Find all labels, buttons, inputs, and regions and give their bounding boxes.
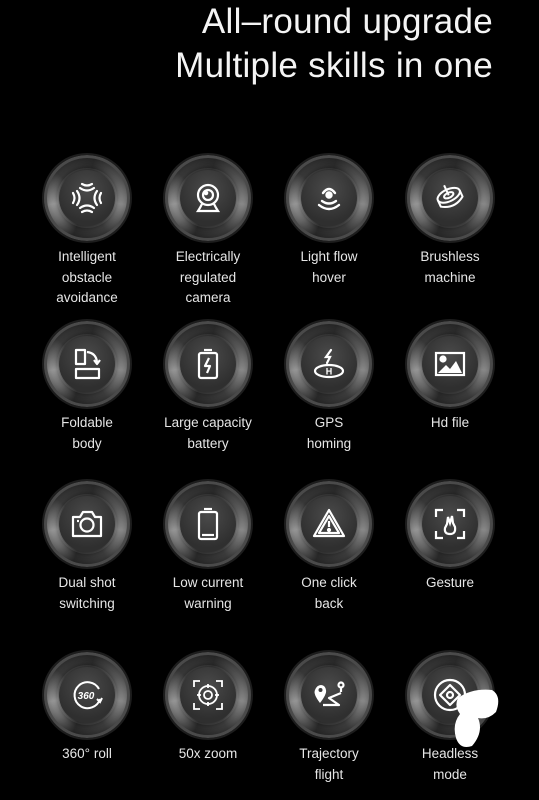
feature-label: Large capacity battery — [164, 415, 252, 451]
feature-label: Gesture — [425, 575, 475, 590]
feature-label: Low current warning — [172, 575, 244, 611]
feature-label: Hd file — [430, 415, 470, 430]
feature-button[interactable] — [165, 321, 251, 407]
feature-button[interactable] — [286, 155, 372, 241]
zoom-target-icon — [193, 680, 223, 710]
gesture-hand-icon — [434, 508, 466, 540]
feature-button[interactable]: 360 — [44, 652, 130, 738]
feature-button[interactable] — [165, 155, 251, 241]
feature-label: One click back — [301, 575, 357, 611]
feature-label: 360° roll — [62, 746, 112, 761]
image-icon — [434, 351, 466, 377]
feature-button[interactable] — [165, 481, 251, 567]
optical-flow-icon — [317, 187, 341, 211]
feature-button[interactable] — [407, 481, 493, 567]
brushless-motor-icon — [436, 184, 464, 209]
feature-button[interactable] — [165, 652, 251, 738]
camera-icon — [71, 510, 103, 538]
feature-button[interactable] — [407, 155, 493, 241]
feature-button[interactable] — [407, 321, 493, 407]
fold-icon — [74, 348, 101, 380]
feature-button[interactable] — [44, 155, 130, 241]
feature-label: Intelligent obstacle avoidance — [56, 249, 118, 305]
feature-label: Light flow hover — [300, 249, 358, 285]
route-pin-icon — [314, 681, 345, 707]
helipad-return-icon: H — [313, 348, 345, 379]
feature-label: Electrically regulated camera — [175, 249, 241, 305]
headless-mode-icon — [433, 678, 467, 712]
feature-button[interactable] — [286, 481, 372, 567]
features-grid: Intelligent obstacle avoidance Electrica… — [0, 0, 539, 800]
rotate-360-icon: 360 — [73, 681, 103, 710]
feature-label: Trajectory flight — [299, 746, 359, 782]
feature-label: Brushless machine — [420, 249, 480, 285]
low-battery-icon — [197, 507, 219, 541]
obstacle-avoidance-icon — [71, 182, 103, 214]
feature-label: Dual shot switching — [58, 575, 116, 611]
svg-text:H: H — [326, 367, 333, 377]
webcam-icon — [195, 183, 221, 213]
feature-button[interactable] — [44, 321, 130, 407]
feature-label: 50x zoom — [178, 746, 238, 761]
battery-charge-icon — [197, 348, 219, 380]
feature-label: GPS homing — [306, 415, 352, 451]
feature-label: Headless mode — [421, 746, 479, 782]
warning-triangle-icon — [312, 508, 346, 538]
feature-button[interactable] — [286, 652, 372, 738]
feature-button[interactable] — [44, 481, 130, 567]
feature-button[interactable]: H — [286, 321, 372, 407]
feature-label: Foldable body — [61, 415, 113, 451]
svg-text:360: 360 — [78, 691, 95, 702]
